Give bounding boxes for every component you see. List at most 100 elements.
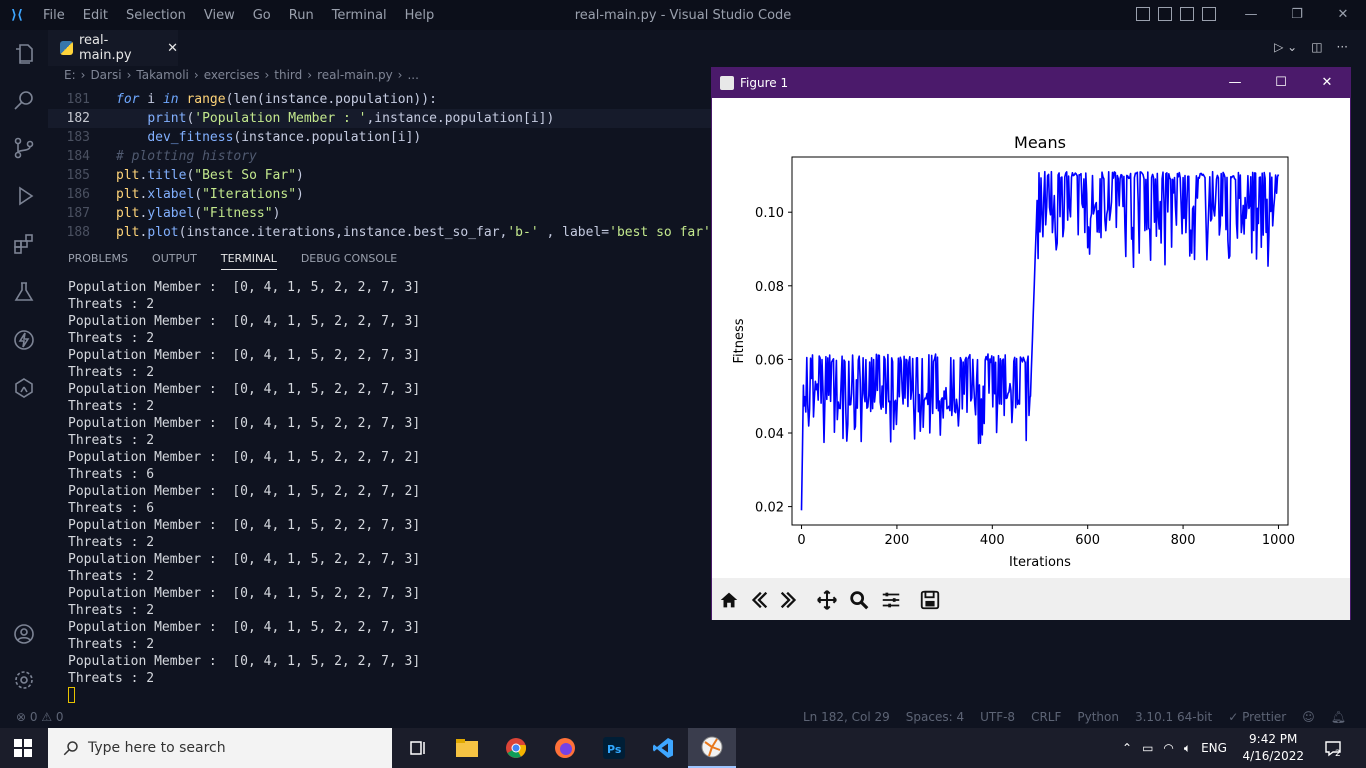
tray-expand-icon[interactable]: ⌃ [1122, 741, 1132, 755]
code-line[interactable]: 182 print('Population Member : ',instanc… [48, 109, 728, 128]
breadcrumb-item[interactable]: third [274, 68, 302, 82]
figure-minimize-button[interactable]: — [1212, 68, 1258, 98]
problems-indicator[interactable]: ⊗ 0 ⚠ 0 [16, 710, 64, 724]
close-tab-icon[interactable]: ✕ [167, 41, 178, 56]
windows-start-icon[interactable] [14, 739, 32, 757]
code-line[interactable]: 186 plt.xlabel("Iterations") [48, 185, 728, 204]
tab-real-main[interactable]: real-main.py ✕ [48, 30, 178, 66]
code-line[interactable]: 187 plt.ylabel("Fitness") [48, 204, 728, 223]
more-actions-icon[interactable]: ··· [1337, 40, 1348, 54]
pan-move-icon[interactable] [813, 586, 841, 614]
code-line[interactable]: 188 plt.plot(instance.iterations,instance… [48, 223, 728, 242]
close-button[interactable]: ✕ [1320, 0, 1366, 30]
breadcrumb-item[interactable]: Darsi [90, 68, 121, 82]
code-line[interactable]: 183 dev_fitness(instance.population[i]) [48, 128, 728, 147]
search-icon[interactable] [12, 88, 36, 112]
firefox-icon[interactable] [541, 728, 589, 768]
clock[interactable]: 9:42 PM 4/16/2022 [1242, 731, 1304, 765]
breadcrumb-item[interactable]: exercises [204, 68, 260, 82]
feedback-icon[interactable]: ☺ [1302, 710, 1315, 724]
toggle-secondary-sidebar-icon[interactable] [1180, 7, 1194, 21]
language-mode[interactable]: Python [1077, 710, 1119, 724]
testing-icon[interactable] [12, 280, 36, 304]
tab-debug-console[interactable]: DEBUG CONSOLE [301, 252, 397, 270]
lightning-icon[interactable] [12, 328, 36, 352]
matplotlib-taskbar-icon[interactable] [688, 728, 736, 768]
configure-subplots-icon[interactable] [877, 586, 905, 614]
tab-output[interactable]: OUTPUT [152, 252, 197, 270]
home-icon[interactable] [715, 586, 743, 614]
breadcrumb-item[interactable]: ... [407, 68, 418, 82]
menu-terminal[interactable]: Terminal [323, 8, 396, 23]
figure-window: Figure 1 — ☐ ✕ Means Iterations Fitness … [711, 67, 1351, 620]
toggle-panel-icon[interactable] [1158, 7, 1172, 21]
figure-close-button[interactable]: ✕ [1304, 68, 1350, 98]
menu-view[interactable]: View [195, 8, 244, 23]
forward-arrow-icon[interactable] [775, 586, 803, 614]
menu-file[interactable]: File [34, 8, 74, 23]
breadcrumb: E: › Darsi › Takamoli › exercises › third › r… [64, 68, 419, 82]
volume-icon[interactable]: 🔈︎ [1184, 741, 1191, 756]
panel-tabs: PROBLEMS OUTPUT TERMINAL DEBUG CONSOLE [68, 252, 421, 270]
source-control-icon[interactable] [12, 136, 36, 160]
python-interpreter[interactable]: 3.10.1 64-bit [1135, 710, 1212, 724]
terminal-output[interactable]: Population Member : [0, 4, 1, 5, 2, 2, 7… [68, 279, 708, 687]
extensions-icon[interactable] [12, 232, 36, 256]
menu-go[interactable]: Go [244, 8, 280, 23]
wifi-icon[interactable]: ◠ [1163, 741, 1173, 755]
minimize-button[interactable]: — [1228, 0, 1274, 30]
line-number: 188 [66, 225, 90, 240]
explorer-icon[interactable] [12, 42, 36, 66]
photoshop-icon[interactable]: Ps [590, 728, 638, 768]
code-editor[interactable]: 181 for i in range(len(instance.populatio… [48, 90, 728, 242]
cursor-position[interactable]: Ln 182, Col 29 [803, 710, 890, 724]
run-file-icon[interactable]: ▷ ⌄ [1274, 40, 1297, 54]
code-line[interactable]: 181 for i in range(len(instance.populatio… [48, 90, 728, 109]
plot-canvas[interactable]: Means Iterations Fitness 0 200 400 600 800 10… [712, 98, 1350, 578]
file-explorer-icon[interactable] [443, 728, 491, 768]
task-view-icon[interactable] [394, 728, 442, 768]
vscode-logo-icon: ⟩⟨ [11, 7, 23, 23]
terminal-line: Threats : 2 [68, 671, 155, 686]
code-line[interactable]: 185 plt.title("Best So Far") [48, 166, 728, 185]
taskbar-search-box[interactable]: Type here to search [48, 728, 392, 768]
chrome-icon[interactable] [492, 728, 540, 768]
line-ending[interactable]: CRLF [1031, 710, 1061, 724]
matplotlib-icon [720, 76, 734, 90]
figure-maximize-button[interactable]: ☐ [1258, 68, 1304, 98]
tab-terminal[interactable]: TERMINAL [220, 252, 277, 270]
code-line[interactable]: 184 # plotting history [48, 147, 728, 166]
menu-selection[interactable]: Selection [117, 8, 195, 23]
toggle-sidebar-icon[interactable] [1136, 7, 1150, 21]
menu-help[interactable]: Help [396, 8, 444, 23]
line-number: 187 [66, 206, 90, 221]
tab-problems[interactable]: PROBLEMS [68, 252, 128, 270]
notification-center-icon[interactable]: 2 [1324, 728, 1342, 768]
chart-title: Means [1014, 133, 1066, 152]
prettier-status[interactable]: ✓ Prettier [1228, 710, 1286, 724]
vscode-taskbar-icon[interactable] [639, 728, 687, 768]
breadcrumb-item[interactable]: E: [64, 68, 76, 82]
remote-icon[interactable] [12, 376, 36, 400]
tab-label: real-main.py [79, 33, 132, 63]
settings-gear-icon[interactable] [12, 668, 36, 692]
terminal-line: Threats : 2 [68, 603, 155, 618]
account-icon[interactable] [12, 622, 36, 646]
breadcrumb-item[interactable]: Takamoli [136, 68, 189, 82]
language-indicator[interactable]: ENG [1201, 741, 1227, 755]
notifications-bell-icon[interactable]: 🔔︎ [1331, 710, 1346, 724]
menu-run[interactable]: Run [280, 8, 323, 23]
run-debug-icon[interactable] [12, 184, 36, 208]
battery-icon[interactable]: ▭ [1142, 741, 1153, 755]
back-arrow-icon[interactable] [745, 586, 773, 614]
breadcrumb-item[interactable]: real-main.py [317, 68, 393, 82]
menu-edit[interactable]: Edit [74, 8, 117, 23]
restore-button[interactable]: ❐ [1274, 0, 1320, 30]
split-editor-icon[interactable]: ◫ [1311, 40, 1322, 54]
zoom-magnifier-icon[interactable] [845, 586, 873, 614]
customize-layout-icon[interactable] [1202, 7, 1216, 21]
encoding[interactable]: UTF-8 [980, 710, 1015, 724]
line-text: # plotting history [116, 149, 257, 164]
save-figure-icon[interactable] [916, 586, 944, 614]
indentation[interactable]: Spaces: 4 [906, 710, 964, 724]
